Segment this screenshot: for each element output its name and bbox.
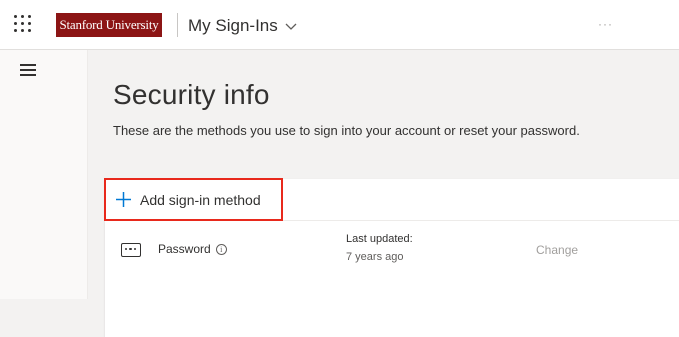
- page-subtitle: These are the methods you use to sign in…: [113, 123, 580, 138]
- method-row-password: Password i Last updated: 7 years ago Cha…: [105, 221, 679, 285]
- left-nav: [0, 50, 88, 299]
- change-password-link[interactable]: Change: [536, 243, 578, 257]
- page-title: Security info: [113, 79, 270, 110]
- password-icon: [121, 243, 141, 257]
- chevron-down-icon: [285, 23, 297, 30]
- method-name: Password i: [158, 242, 227, 256]
- method-name-label: Password: [158, 242, 211, 256]
- last-updated-value: 7 years ago: [346, 251, 404, 263]
- brand-logo: Stanford University: [56, 13, 162, 37]
- last-updated-label: Last updated:: [346, 233, 413, 245]
- hamburger-menu-icon[interactable]: [20, 64, 36, 76]
- plus-icon: [116, 192, 131, 207]
- app-launcher-icon[interactable]: [14, 15, 32, 33]
- main-content: Security info These are the methods you …: [89, 51, 679, 337]
- header-divider: [177, 13, 178, 37]
- top-bar: Stanford University My Sign-Ins ···: [0, 0, 679, 50]
- add-sign-in-method-button[interactable]: Add sign-in method: [105, 179, 679, 221]
- add-sign-in-method-label: Add sign-in method: [140, 191, 261, 208]
- methods-card: Add sign-in method Password i Last updat…: [105, 179, 679, 337]
- app-title-dropdown[interactable]: My Sign-Ins: [188, 15, 298, 37]
- more-options-icon[interactable]: ···: [598, 14, 618, 34]
- app-title: My Sign-Ins: [188, 16, 278, 35]
- info-icon[interactable]: i: [215, 243, 227, 255]
